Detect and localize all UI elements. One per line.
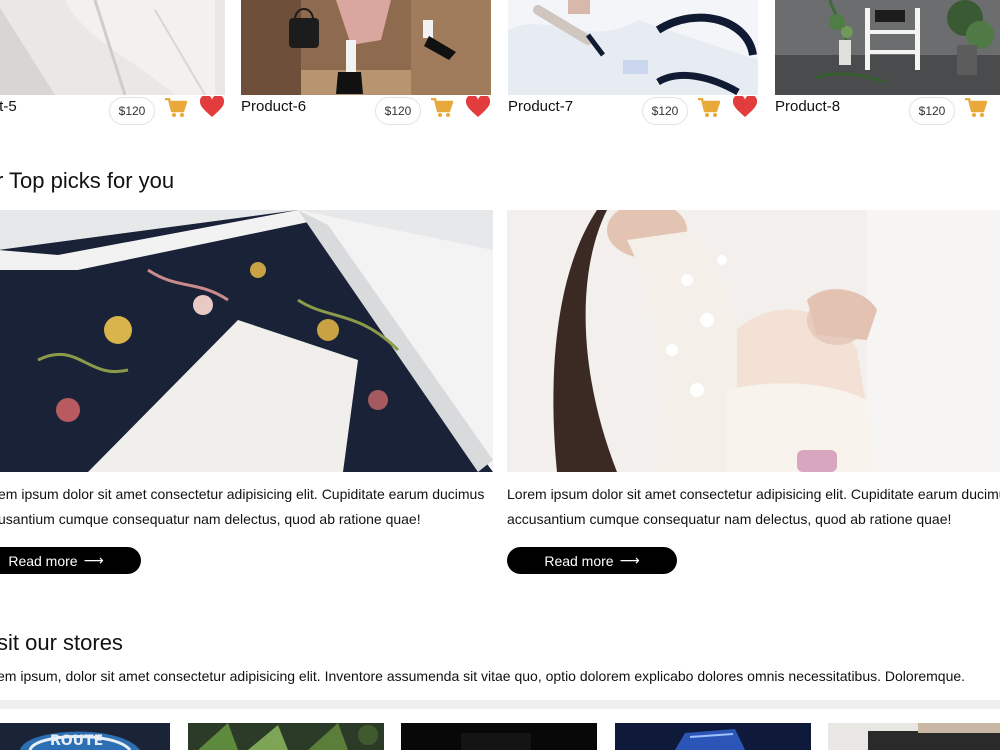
product-card-8[interactable]: Product-8 $120	[775, 0, 1000, 130]
heart-icon[interactable]	[465, 94, 491, 118]
pick-image-floral-scarf[interactable]	[0, 210, 493, 472]
product-image[interactable]	[508, 0, 758, 95]
store-image-3[interactable]	[401, 723, 597, 750]
button-label: Read more	[544, 552, 614, 569]
product-card-6[interactable]: Product-6 $120	[241, 0, 491, 130]
stores-title: sit our stores	[0, 630, 123, 655]
arrow-right-icon: ⟶	[619, 552, 640, 568]
pick-description: em ipsum dolor sit amet consectetur adip…	[0, 486, 485, 527]
cart-icon[interactable]	[165, 97, 188, 118]
top-picks-title: r Top picks for you	[0, 168, 175, 193]
heart-icon[interactable]	[199, 94, 225, 118]
product-card-7[interactable]: Product-7 $120	[508, 0, 758, 130]
section-divider	[0, 700, 1000, 709]
product-image[interactable]	[0, 0, 225, 95]
store-image-4[interactable]	[615, 723, 811, 750]
read-more-button[interactable]: Read more ⟶	[507, 547, 677, 574]
product-card-5[interactable]: duct-5 $120	[0, 0, 225, 130]
price-badge: $120	[375, 97, 421, 125]
svg-text:ROUTE: ROUTE	[50, 733, 103, 749]
pick-image-bride[interactable]	[507, 210, 1000, 472]
cart-icon[interactable]	[965, 97, 988, 118]
arrow-right-icon: ⟶	[83, 552, 104, 568]
store-image-2[interactable]	[188, 723, 384, 750]
top-pick-card-2: Lorem ipsum dolor sit amet consectetur a…	[507, 210, 1000, 580]
heart-icon[interactable]	[732, 94, 758, 118]
cart-icon[interactable]	[698, 97, 721, 118]
product-image[interactable]	[775, 0, 1000, 95]
store-image-1[interactable]: ROUTE	[0, 723, 170, 750]
pick-description: Lorem ipsum dolor sit amet consectetur a…	[507, 486, 1000, 527]
price-badge: $120	[909, 97, 955, 125]
product-name[interactable]: Product-6	[241, 98, 306, 115]
button-label: Read more	[8, 552, 78, 569]
top-pick-card-1: em ipsum dolor sit amet consectetur adip…	[0, 210, 493, 580]
price-badge: $120	[109, 97, 155, 125]
product-name[interactable]: Product-7	[508, 98, 573, 115]
store-image-5[interactable]	[828, 723, 1000, 750]
product-image[interactable]	[241, 0, 491, 95]
stores-description: em ipsum, dolor sit amet consectetur adi…	[0, 668, 966, 684]
product-name[interactable]: Product-8	[775, 98, 840, 115]
read-more-button[interactable]: Read more ⟶	[0, 547, 141, 574]
cart-icon[interactable]	[431, 97, 454, 118]
price-badge: $120	[642, 97, 688, 125]
product-name[interactable]: duct-5	[0, 98, 17, 115]
